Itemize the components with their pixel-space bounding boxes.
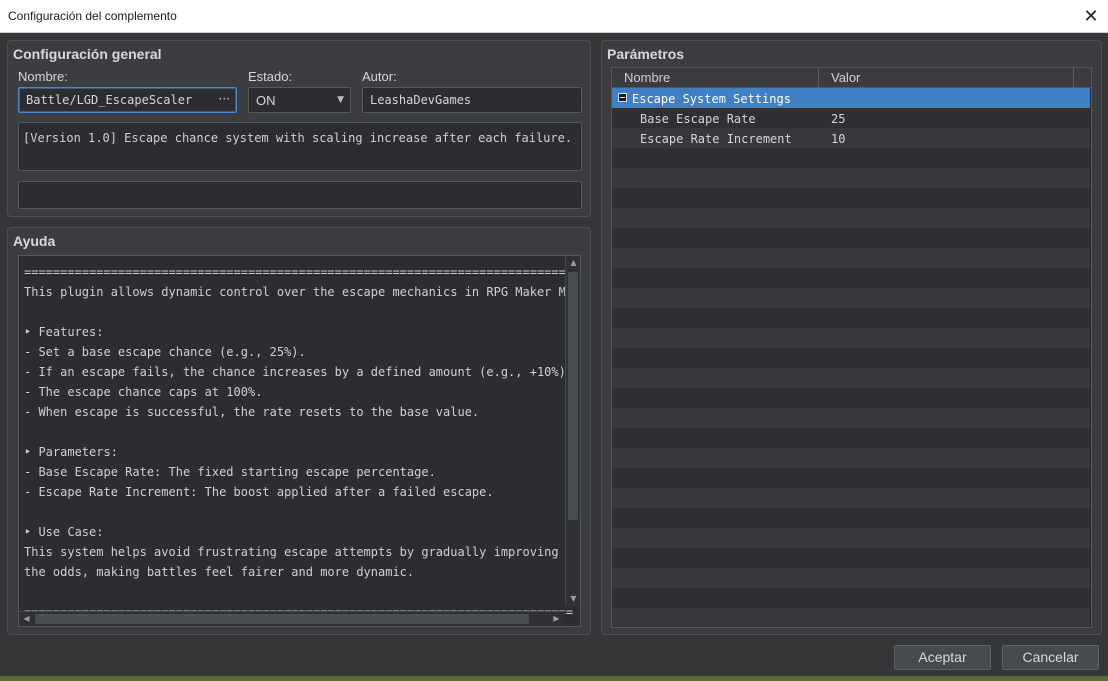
scroll-up-icon[interactable]: ▲ [566,258,580,267]
help-line [24,582,566,602]
help-line: - Escape Rate Increment: The boost appli… [24,485,494,499]
tree-row-stripe [612,208,1090,228]
column-separator [818,68,819,88]
tree-row-stripe [612,188,1090,208]
param-name-escape-rate-increment[interactable]: Escape Rate Increment [640,132,792,146]
cancel-button[interactable]: Cancelar [1002,645,1099,670]
name-value: Battle/LGD_EscapeScaler [26,93,193,107]
tree-row-stripe [612,328,1090,348]
tree-row-stripe [612,268,1090,288]
parameters-title: Parámetros [607,46,685,62]
plugin-settings-dialog: Configuración general Nombre: Battle/LGD… [0,33,1108,676]
tree-row-stripe [612,508,1090,528]
tree-row-stripe [612,608,1090,627]
chevron-down-icon: ▼ [337,95,344,105]
name-label: Nombre: [18,69,68,84]
status-label: Estado: [248,69,293,84]
scroll-right-icon[interactable]: ▶ [549,614,564,623]
extra-field[interactable] [18,181,582,209]
tree-row-stripe [612,288,1090,308]
scroll-down-icon[interactable]: ▼ [566,594,580,603]
description-field[interactable]: [Version 1.0] Escape chance system with … [18,122,582,171]
tree-row-stripe [612,468,1090,488]
help-vertical-scrollbar[interactable]: ▲ ▼ [565,256,580,606]
help-line [24,502,566,522]
tree-row-stripe [612,548,1090,568]
description-text: [Version 1.0] Escape chance system with … [23,131,573,145]
help-line: This plugin allows dynamic control over … [24,285,581,299]
tree-row-stripe [612,448,1090,468]
tree-row-stripe [612,408,1090,428]
help-group: Ayuda ==================================… [7,227,591,635]
help-horizontal-scrollbar[interactable]: ◀ ▶ [19,611,565,626]
column-header-value[interactable]: Valor [831,70,860,85]
tree-row-stripe [612,588,1090,608]
help-text-area[interactable]: ========================================… [18,255,581,627]
tree-group-label: Escape System Settings [632,92,791,106]
help-line: - Base Escape Rate: The fixed starting e… [24,465,436,479]
close-icon[interactable]: ✕ [1074,0,1108,33]
param-name-base-escape-rate[interactable]: Base Escape Rate [640,112,756,126]
parameters-tree[interactable]: Nombre Valor Escape System Settings Base… [611,67,1092,628]
scroll-left-icon[interactable]: ◀ [19,614,34,623]
help-line: This system helps avoid frustrating esca… [24,545,559,559]
author-field[interactable]: LeashaDevGames [362,87,582,113]
general-settings-group: Configuración general Nombre: Battle/LGD… [7,40,591,217]
tree-row-stripe [612,368,1090,388]
status-value: ON [256,93,276,108]
help-horizontal-scroll-thumb[interactable] [35,614,529,624]
help-line [24,302,566,322]
help-line: - When escape is successful, the rate re… [24,405,480,419]
column-separator [1073,68,1074,88]
tree-row-stripe [612,488,1090,508]
help-line: - Set a base escape chance (e.g., 25%). [24,345,306,359]
tree-row-stripe [612,308,1090,328]
help-vertical-scroll-thumb[interactable] [568,272,578,520]
author-label: Autor: [362,69,397,84]
browse-button[interactable]: ··· [219,92,230,106]
parameters-tree-header: Nombre Valor [612,68,1091,88]
help-line: the odds, making battles feel fairer and… [24,565,415,579]
help-line: ========================================… [24,265,574,279]
help-line: - If an escape fails, the chance increas… [24,365,574,379]
help-line [24,422,566,442]
tree-row-stripe [612,528,1090,548]
window-title: Configuración del complemento [8,9,177,23]
tree-row-stripe [612,348,1090,368]
tree-row-stripe [612,248,1090,268]
accept-button[interactable]: Aceptar [894,645,991,670]
parameters-group: Parámetros Nombre Valor Escape System Se… [601,40,1102,635]
tree-row-stripe [612,228,1090,248]
help-line: ‣ Features: [24,325,104,339]
help-text: ========================================… [24,262,581,622]
name-field[interactable]: Battle/LGD_EscapeScaler ··· [18,87,237,113]
general-settings-title: Configuración general [13,46,162,62]
param-value-escape-rate-increment[interactable]: 10 [831,132,845,146]
help-line: - The escape chance caps at 100%. [24,385,263,399]
collapse-minus-icon[interactable] [618,93,627,102]
help-line: ‣ Use Case: [24,525,104,539]
author-value: LeashaDevGames [370,93,472,107]
param-value-base-escape-rate[interactable]: 25 [831,112,845,126]
tree-row-stripe [612,428,1090,448]
tree-row-stripe [612,568,1090,588]
title-bar: Configuración del complemento ✕ [0,0,1108,33]
status-select[interactable]: ON ▼ [248,87,351,113]
tree-row-stripe [612,168,1090,188]
tree-row-stripe [612,148,1090,168]
column-header-name[interactable]: Nombre [624,70,670,85]
help-title: Ayuda [13,233,56,249]
help-line: ‣ Parameters: [24,445,118,459]
tree-row-stripe [612,388,1090,408]
